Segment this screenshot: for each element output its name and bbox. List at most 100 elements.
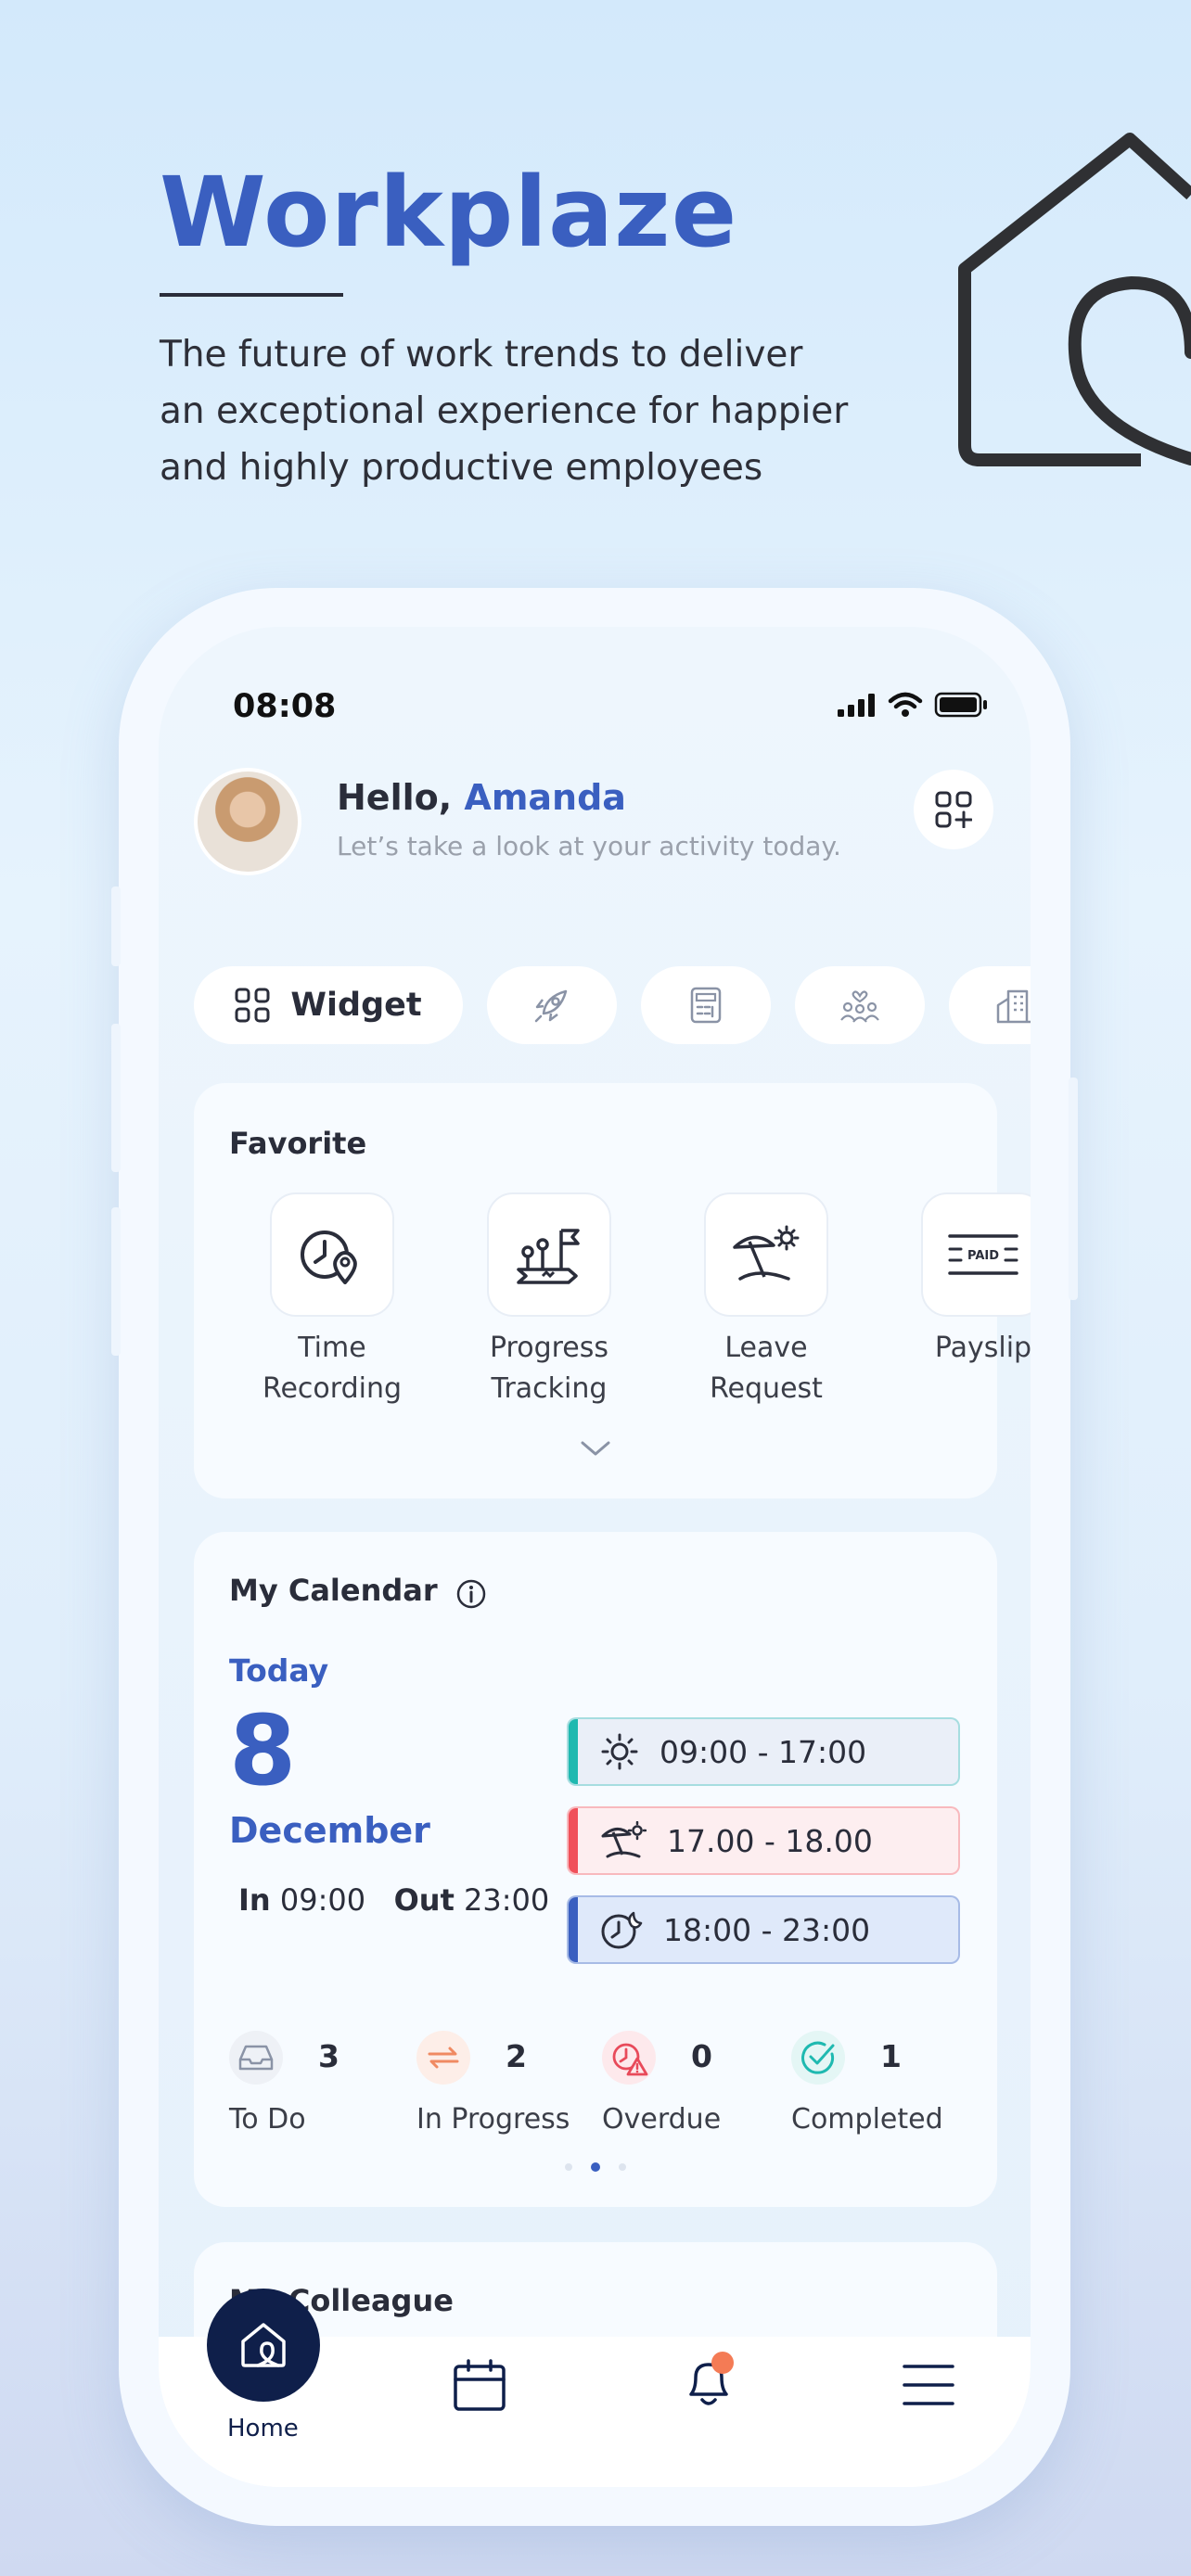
- hero-subtitle: The future of work trends to deliver an …: [160, 326, 957, 496]
- favorite-label-line2: Request: [710, 1372, 823, 1405]
- stat-icon-circle: [602, 2031, 656, 2085]
- battery-icon: [934, 692, 987, 718]
- stat-count: 2: [506, 2038, 527, 2074]
- favorite-card: Favorite Time Recording Progress Trackin…: [194, 1083, 1031, 1498]
- stat-label: Completed: [791, 2103, 943, 2136]
- shift-time: 18:00 - 23:00: [663, 1911, 871, 1948]
- favorite-label-line2: Recording: [262, 1372, 403, 1405]
- stat-label: Overdue: [602, 2103, 722, 2136]
- clock-moon-icon: [601, 1911, 643, 1949]
- hero-subtitle-line: The future of work trends to deliver: [160, 334, 803, 376]
- favorite-time-recording[interactable]: Time Recording: [253, 1192, 411, 1409]
- title-underline: [160, 293, 343, 297]
- favorite-progress-tracking[interactable]: Progress Tracking: [470, 1192, 628, 1409]
- favorite-label: Payslip: [904, 1328, 1031, 1369]
- leave-request-icon: [733, 1225, 800, 1281]
- out-label: Out: [393, 1882, 455, 1918]
- favorite-label-line1: Payslip: [934, 1332, 1031, 1364]
- phone-volume-down: [111, 1207, 121, 1356]
- stat-label: To Do: [229, 2103, 306, 2136]
- stat-todo[interactable]: 3 To Do: [229, 2031, 339, 2136]
- favorite-label-line2: Tracking: [491, 1372, 608, 1405]
- page-dot[interactable]: [619, 2163, 626, 2171]
- inbox-icon: [238, 2045, 274, 2071]
- in-label: In: [238, 1882, 271, 1918]
- hero-subtitle-line: and highly productive employees: [160, 447, 763, 489]
- favorite-payslip[interactable]: PAID Payslip: [904, 1192, 1031, 1409]
- calendar-title: My Calendar: [229, 1573, 438, 1608]
- shift-night[interactable]: 18:00 - 23:00: [567, 1895, 960, 1964]
- favorite-label-line1: Time: [298, 1332, 366, 1364]
- tab-notification-icon[interactable]: [678, 2352, 739, 2413]
- greeting: Hello, Amanda: [337, 777, 626, 818]
- building-icon: [996, 989, 1031, 1024]
- favorite-leave-request[interactable]: Leave Request: [687, 1192, 845, 1409]
- rocket-icon: [534, 989, 568, 1023]
- greeting-text: Hello,: [337, 777, 453, 818]
- calendar-month: December: [229, 1810, 430, 1851]
- in-time: 09:00: [279, 1882, 366, 1918]
- shift-day[interactable]: 09:00 - 17:00: [567, 1717, 960, 1786]
- add-widget-button[interactable]: [914, 770, 993, 849]
- widget-chip[interactable]: Widget: [194, 966, 463, 1044]
- tab-calendar-icon[interactable]: [452, 2357, 507, 2413]
- shift-color-bar: [569, 1719, 578, 1784]
- bottom-tab-bar: Home: [159, 2289, 1031, 2487]
- favorite-label: Progress Tracking: [470, 1328, 628, 1409]
- widget-chip-label: Widget: [290, 987, 422, 1024]
- tab-home[interactable]: [207, 2289, 320, 2402]
- favorite-title: Favorite: [229, 1126, 367, 1161]
- tab-menu-icon[interactable]: [901, 2357, 956, 2413]
- favorite-label: Time Recording: [253, 1328, 411, 1409]
- calculator-chip[interactable]: [641, 966, 771, 1044]
- stat-count: 3: [318, 2038, 339, 2074]
- phone-side-button: [111, 886, 121, 966]
- avatar[interactable]: [194, 768, 301, 875]
- phone-frame: 08:08 Hello, Amanda Let’s take a look at…: [111, 588, 1078, 2526]
- repeat-icon: [428, 2047, 459, 2069]
- stat-overdue[interactable]: 0 Overdue: [602, 2031, 721, 2136]
- stat-icon-circle: [416, 2031, 470, 2085]
- beach-icon: [601, 1821, 647, 1858]
- calendar-card: My Calendar Today 8 December In 09:00 Ou…: [194, 1532, 997, 2207]
- cellular-signal-icon: [838, 694, 875, 717]
- shift-color-bar: [569, 1808, 578, 1873]
- today-label: Today: [229, 1652, 329, 1689]
- out-time: 23:00: [464, 1882, 550, 1918]
- stat-label: In Progress: [416, 2103, 570, 2136]
- shift-time: 17.00 - 18.00: [667, 1822, 873, 1859]
- favorite-label: Leave Request: [687, 1328, 845, 1409]
- check-icon: [801, 2041, 835, 2074]
- tab-home-label: Home: [227, 2415, 299, 2442]
- user-name: Amanda: [464, 777, 626, 818]
- favorite-label-line1: Leave: [724, 1332, 808, 1364]
- stat-completed[interactable]: 1 Completed: [791, 2031, 943, 2136]
- stat-icon-circle: [791, 2031, 845, 2085]
- time-recording-icon: [301, 1231, 357, 1284]
- phone-volume-up: [111, 1024, 121, 1172]
- overdue-icon: [612, 2043, 648, 2076]
- home-icon: [241, 2323, 286, 2367]
- building-chip[interactable]: [949, 966, 1031, 1044]
- stat-icon-circle: [229, 2031, 283, 2085]
- favorite-icon-box: [270, 1192, 394, 1317]
- stat-in-progress[interactable]: 2 In Progress: [416, 2031, 570, 2136]
- wifi-icon: [888, 692, 923, 717]
- rocket-chip[interactable]: [487, 966, 617, 1044]
- payslip-icon: PAID: [948, 1234, 1018, 1275]
- team-heart-icon: [840, 990, 879, 1023]
- favorite-icon-box: [704, 1192, 828, 1317]
- info-icon[interactable]: [455, 1578, 487, 1610]
- page-dot[interactable]: [565, 2163, 572, 2171]
- app-title: Workplaze: [160, 156, 738, 269]
- shift-break[interactable]: 17.00 - 18.00: [567, 1806, 960, 1875]
- grid-icon: [235, 988, 270, 1023]
- shift-time: 09:00 - 17:00: [660, 1733, 867, 1770]
- team-chip[interactable]: [795, 966, 925, 1044]
- status-icons: [838, 692, 988, 718]
- phone-power-button: [1069, 1078, 1078, 1300]
- calculator-icon: [690, 987, 722, 1024]
- favorite-grid: Time Recording Progress Tracking Leave R…: [253, 1192, 1031, 1409]
- chevron-down-icon[interactable]: [580, 1439, 611, 1458]
- page-dot-active[interactable]: [591, 2162, 600, 2172]
